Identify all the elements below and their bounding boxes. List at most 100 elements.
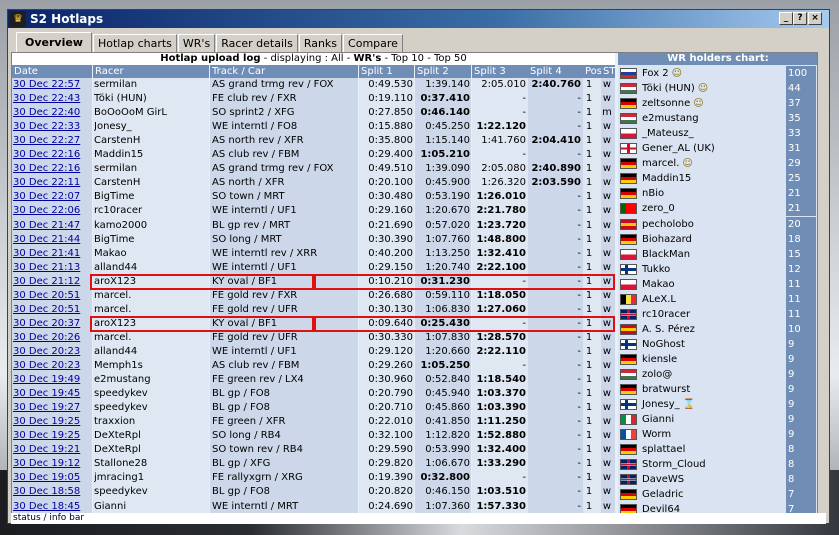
wr-holder-row[interactable]: kiensle 9 — [618, 351, 817, 367]
cell-racer[interactable]: marcel. — [94, 303, 208, 317]
cell-date[interactable]: 30 Dec 18:45 — [13, 500, 91, 514]
wr-holder-row[interactable]: A. S. Pérez 10 — [618, 321, 817, 337]
cell-date[interactable]: 30 Dec 18:58 — [13, 485, 91, 499]
tab-hotlap-charts[interactable]: Hotlap charts — [92, 34, 177, 53]
cell-date[interactable]: 30 Dec 22:06 — [13, 204, 91, 218]
column-header-s2[interactable]: Split 2 — [415, 65, 471, 78]
cell-racer[interactable]: marcel. — [94, 331, 208, 345]
cell-track[interactable]: AS grand trmg rev / FOX — [212, 162, 358, 176]
cell-racer[interactable]: traxxion — [94, 415, 208, 429]
minimize-button[interactable]: _ — [779, 12, 793, 25]
cell-date[interactable]: 30 Dec 20:23 — [13, 359, 91, 373]
tab-compare[interactable]: Compare — [343, 34, 403, 53]
wr-holder-row[interactable]: Maddin15 25 — [618, 171, 817, 187]
cell-racer[interactable]: alland44 — [94, 345, 208, 359]
cell-track[interactable]: WE interntl rev / XRR — [212, 247, 358, 261]
cell-track[interactable]: AS club rev / FBM — [212, 148, 358, 162]
column-header-racer[interactable]: Racer — [93, 65, 209, 78]
wr-holder-row[interactable]: Biohazard 18 — [618, 231, 817, 247]
cell-track[interactable]: BL gp / XFG — [212, 457, 358, 471]
column-header-date[interactable]: Date — [12, 65, 92, 78]
cell-date[interactable]: 30 Dec 21:13 — [13, 261, 91, 275]
cell-racer[interactable]: alland44 — [94, 261, 208, 275]
wr-holder-row[interactable]: Tukko 12 — [618, 261, 817, 277]
wr-holder-row[interactable]: Fox 2 ☺ 100 — [618, 66, 817, 81]
cell-date[interactable]: 30 Dec 19:45 — [13, 387, 91, 401]
wr-holder-row[interactable]: BlackMan 15 — [618, 246, 817, 262]
cell-track[interactable]: BL gp / FO8 — [212, 387, 358, 401]
cell-track[interactable]: FE gold rev / UFR — [212, 303, 358, 317]
cell-date[interactable]: 30 Dec 21:12 — [13, 275, 91, 289]
cell-date[interactable]: 30 Dec 20:23 — [13, 345, 91, 359]
column-header-st[interactable]: ST — [601, 65, 615, 78]
wr-holder-row[interactable]: Storm_Cloud 8 — [618, 457, 817, 473]
wr-holder-row[interactable]: NoGhost 9 — [618, 336, 817, 352]
cell-track[interactable]: WE interntl / UF1 — [212, 345, 358, 359]
wr-holder-row[interactable]: splattael 8 — [618, 442, 817, 458]
cell-date[interactable]: 30 Dec 20:37 — [13, 317, 91, 331]
close-button[interactable]: × — [808, 12, 822, 25]
wr-holder-row[interactable]: marcel. ☺ 29 — [618, 156, 817, 172]
cell-racer[interactable]: BoOoOoM GirL — [94, 106, 208, 120]
cell-track[interactable]: AS club rev / FBM — [212, 359, 358, 373]
wr-holder-row[interactable]: bratwurst 9 — [618, 382, 817, 398]
cell-track[interactable]: SO sprint2 / XFG — [212, 106, 358, 120]
wr-holder-row[interactable]: _Mateusz_ 33 — [618, 126, 817, 142]
cell-track[interactable]: FE green rev / LX4 — [212, 373, 358, 387]
column-header-track[interactable]: Track / Car — [210, 65, 358, 78]
cell-date[interactable]: 30 Dec 22:27 — [13, 134, 91, 148]
wr-holder-row[interactable]: Gianni 9 — [618, 412, 817, 428]
cell-track[interactable]: AS north rev / XFR — [212, 134, 358, 148]
wr-holder-row[interactable]: zero_0 21 — [618, 201, 817, 217]
cell-date[interactable]: 30 Dec 22:16 — [13, 148, 91, 162]
cell-racer[interactable]: BigTime — [94, 233, 208, 247]
cell-racer[interactable]: Memph1s — [94, 359, 208, 373]
cell-track[interactable]: FE gold rev / FXR — [212, 289, 358, 303]
column-header-s1[interactable]: Split 1 — [359, 65, 414, 78]
wr-holder-row[interactable]: zeltsonne ☺ 37 — [618, 96, 817, 112]
cell-track[interactable]: BL gp / FO8 — [212, 401, 358, 415]
cell-date[interactable]: 30 Dec 21:41 — [13, 247, 91, 261]
cell-date[interactable]: 30 Dec 19:27 — [13, 401, 91, 415]
cell-racer[interactable]: rc10racer — [94, 204, 208, 218]
cell-track[interactable]: AS north / XFR — [212, 176, 358, 190]
cell-racer[interactable]: DeXteRpl — [94, 443, 208, 457]
cell-track[interactable]: FE rallyxgrn / XRG — [212, 471, 358, 485]
wr-holder-row[interactable]: Makao 11 — [618, 276, 817, 292]
wr-holder-row[interactable]: nBio 21 — [618, 186, 817, 202]
cell-track[interactable]: BL gp rev / MRT — [212, 219, 358, 233]
tab-ranks[interactable]: Ranks — [298, 34, 343, 53]
cell-track[interactable]: SO town / MRT — [212, 190, 358, 204]
cell-date[interactable]: 30 Dec 20:26 — [13, 331, 91, 345]
wr-holder-row[interactable]: zolo@ 9 — [618, 367, 817, 382]
wr-holder-row[interactable]: Töki (HUN) ☺ 44 — [618, 81, 817, 97]
cell-racer[interactable]: speedykev — [94, 387, 208, 401]
wr-holder-row[interactable]: rc10racer 11 — [618, 306, 817, 322]
cell-racer[interactable]: speedykev — [94, 485, 208, 499]
cell-date[interactable]: 30 Dec 20:51 — [13, 289, 91, 303]
wr-holder-row[interactable]: Worm 9 — [618, 427, 817, 443]
tab-overview[interactable]: Overview — [16, 32, 92, 53]
cell-racer[interactable]: CarstenH — [94, 134, 208, 148]
filter-wrs-link[interactable]: WR's — [354, 53, 382, 64]
cell-date[interactable]: 30 Dec 19:05 — [13, 471, 91, 485]
cell-track[interactable]: WE interntl / FO8 — [212, 120, 358, 134]
cell-racer[interactable]: sermilan — [94, 78, 208, 92]
cell-track[interactable]: FE green / XFR — [212, 415, 358, 429]
cell-racer[interactable]: Töki (HUN) — [94, 92, 208, 106]
cell-racer[interactable]: DeXteRpl — [94, 429, 208, 443]
cell-date[interactable]: 30 Dec 22:57 — [13, 78, 91, 92]
wr-holder-row[interactable]: Geladric 7 — [618, 487, 817, 503]
cell-track[interactable]: BL gp / FO8 — [212, 485, 358, 499]
cell-date[interactable]: 30 Dec 20:51 — [13, 303, 91, 317]
cell-racer[interactable]: Maddin15 — [94, 148, 208, 162]
cell-date[interactable]: 30 Dec 19:21 — [13, 443, 91, 457]
cell-racer[interactable]: marcel. — [94, 289, 208, 303]
cell-racer[interactable]: Jonesy_ — [94, 120, 208, 134]
cell-track[interactable]: SO long / RB4 — [212, 429, 358, 443]
cell-date[interactable]: 30 Dec 22:33 — [13, 120, 91, 134]
filter-top10-link[interactable]: Top 10 — [391, 53, 424, 64]
cell-track[interactable]: FE club rev / FXR — [212, 92, 358, 106]
cell-track[interactable]: WE interntl / UF1 — [212, 204, 358, 218]
column-header-s4[interactable]: Split 4 — [528, 65, 583, 78]
